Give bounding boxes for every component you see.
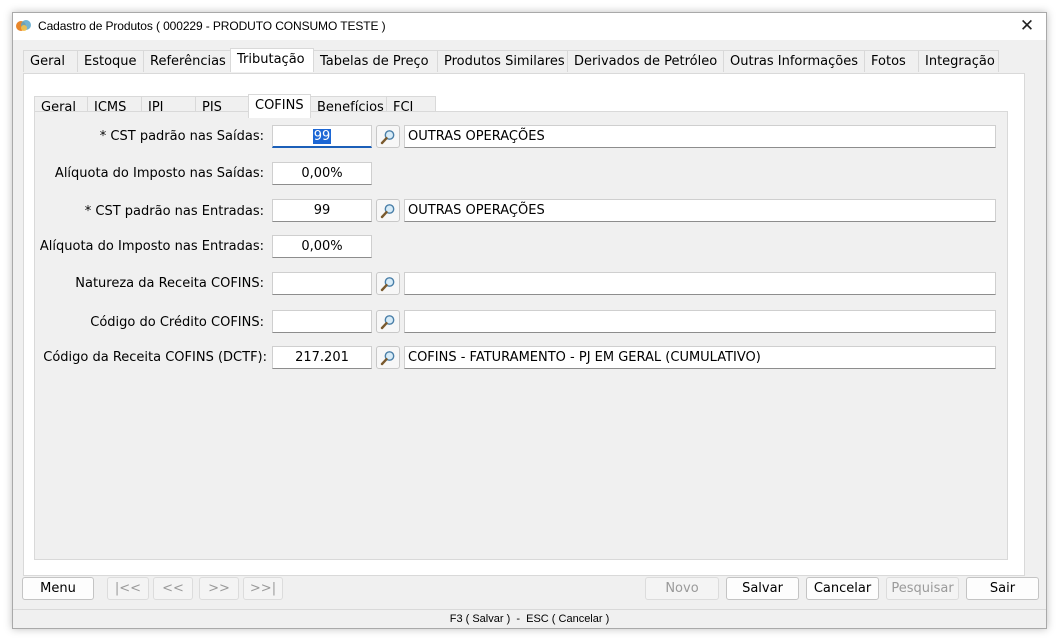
tab-estoque[interactable]: Estoque <box>77 50 144 72</box>
codigo-credito-code-input[interactable] <box>272 310 372 333</box>
product-registration-window: Cadastro de Produtos ( 000229 - PRODUTO … <box>12 12 1047 629</box>
codigo-receita-dctf-description-field[interactable]: COFINS - FATURAMENTO - PJ EM GERAL (CUMU… <box>404 346 996 369</box>
previous-record-button[interactable]: << <box>153 577 193 600</box>
cst-saidas-search-button[interactable] <box>376 125 400 148</box>
cst-entradas-label: * CST padrão nas Entradas: <box>84 204 264 219</box>
novo-button[interactable]: Novo <box>645 577 719 600</box>
tab-tabelas-de-preco[interactable]: Tabelas de Preço <box>313 50 438 72</box>
cst-entradas-description-field[interactable]: OUTRAS OPERAÇÕES <box>404 199 996 222</box>
cst-saidas-code-input[interactable]: 99 <box>272 125 372 148</box>
aliq-saidas-label: Alíquota do Imposto nas Saídas: <box>54 166 264 181</box>
salvar-button[interactable]: Salvar <box>726 577 799 600</box>
aliq-entradas-label: Alíquota do Imposto nas Entradas: <box>39 239 264 254</box>
tab-tributacao[interactable]: Tributação <box>230 48 314 72</box>
magnifier-icon <box>380 315 395 330</box>
first-record-button[interactable]: |<< <box>107 577 149 600</box>
subtab-cofins[interactable]: COFINS <box>248 94 311 118</box>
codigo-credito-label: Código do Crédito COFINS: <box>90 315 264 330</box>
pesquisar-button[interactable]: Pesquisar <box>886 577 959 600</box>
last-record-button[interactable]: >>| <box>243 577 283 600</box>
status-bar: F3 ( Salvar ) - ESC ( Cancelar ) <box>13 609 1046 628</box>
main-tab-bar: Geral Estoque Referências Tributação Tab… <box>23 48 999 72</box>
menu-button[interactable]: Menu <box>22 577 94 600</box>
natureza-receita-code-input[interactable] <box>272 272 372 295</box>
magnifier-icon <box>380 277 395 292</box>
natureza-receita-label: Natureza da Receita COFINS: <box>75 276 264 291</box>
next-record-button[interactable]: >> <box>199 577 239 600</box>
window-title: Cadastro de Produtos ( 000229 - PRODUTO … <box>38 19 386 33</box>
natureza-receita-search-button[interactable] <box>376 272 400 295</box>
cancelar-button[interactable]: Cancelar <box>806 577 879 600</box>
tab-referencias[interactable]: Referências <box>143 50 231 72</box>
tab-produtos-similares[interactable]: Produtos Similares <box>437 50 568 72</box>
codigo-receita-dctf-search-button[interactable] <box>376 346 400 369</box>
cst-saidas-description-field[interactable]: OUTRAS OPERAÇÕES <box>404 125 996 148</box>
app-icon <box>16 20 31 31</box>
codigo-receita-dctf-label: Código da Receita COFINS (DCTF): <box>43 350 267 365</box>
tab-outras-informacoes[interactable]: Outras Informações <box>723 50 865 72</box>
cst-entradas-search-button[interactable] <box>376 199 400 222</box>
sair-button[interactable]: Sair <box>966 577 1039 600</box>
cst-saidas-code-value: 99 <box>312 129 332 144</box>
cst-saidas-label: * CST padrão nas Saídas: <box>99 129 264 144</box>
cofins-form: * CST padrão nas Saídas: 99 OUTRAS OPERA… <box>34 111 1008 560</box>
magnifier-icon <box>380 130 395 145</box>
tab-geral[interactable]: Geral <box>23 50 78 72</box>
close-icon[interactable]: ✕ <box>1016 16 1038 36</box>
natureza-receita-description-field[interactable] <box>404 272 996 295</box>
tributacao-panel: Geral ICMS IPI PIS COFINS Benefícios FCI… <box>23 73 1025 576</box>
cst-entradas-code-input[interactable]: 99 <box>272 199 372 222</box>
action-bar: Menu |<< << >> >>| Novo Salvar Cancelar … <box>13 576 1046 610</box>
magnifier-icon <box>380 204 395 219</box>
magnifier-icon <box>380 351 395 366</box>
codigo-credito-search-button[interactable] <box>376 310 400 333</box>
tab-derivados-de-petroleo[interactable]: Derivados de Petróleo <box>567 50 724 72</box>
aliq-saidas-input[interactable]: 0,00% <box>272 162 372 185</box>
aliq-entradas-input[interactable]: 0,00% <box>272 235 372 258</box>
tab-integracao[interactable]: Integração <box>918 50 999 72</box>
title-bar: Cadastro de Produtos ( 000229 - PRODUTO … <box>13 13 1046 40</box>
codigo-receita-dctf-code-input[interactable]: 217.201 <box>272 346 372 369</box>
tab-fotos[interactable]: Fotos <box>864 50 919 72</box>
codigo-credito-description-field[interactable] <box>404 310 996 333</box>
